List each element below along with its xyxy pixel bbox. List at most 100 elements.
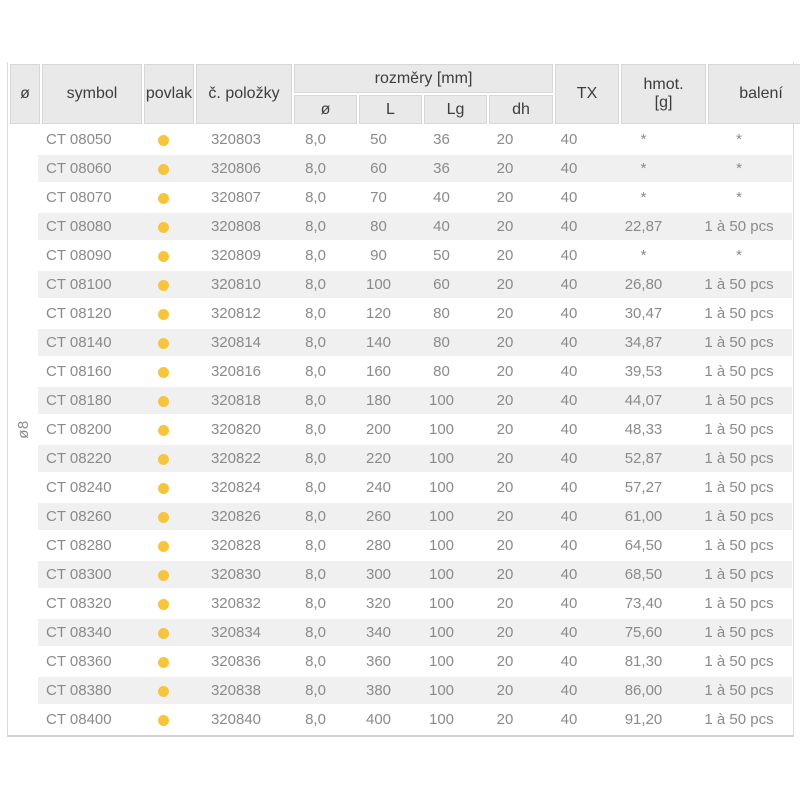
cell-dim-d: 8,0 [284, 300, 347, 327]
cell-tx: 40 [537, 126, 601, 153]
cell-item-no: 320814 [188, 329, 284, 356]
cell-coating [138, 532, 188, 559]
cell-weight: 91,20 [601, 706, 686, 733]
cell-dim-dh: 20 [473, 532, 537, 559]
cell-symbol: CT 08070 [38, 184, 138, 211]
cell-dim-d: 8,0 [284, 619, 347, 646]
coating-dot-icon [158, 222, 169, 233]
table-row: CT 08200 320820 8,0 200 100 20 40 48,33 … [8, 416, 792, 443]
table-body: ø8 CT 08050 320803 8,0 50 36 20 40 * * C… [8, 126, 792, 733]
cell-dim-d: 8,0 [284, 532, 347, 559]
table-row: ø8 CT 08050 320803 8,0 50 36 20 40 * * [8, 126, 792, 153]
col-header-symbol: symbol [42, 64, 142, 124]
cell-symbol: CT 08360 [38, 648, 138, 675]
cell-weight: 75,60 [601, 619, 686, 646]
coating-dot-icon [158, 570, 169, 581]
cell-dim-d: 8,0 [284, 706, 347, 733]
cell-weight: 30,47 [601, 300, 686, 327]
cell-coating [138, 387, 188, 414]
coating-dot-icon [158, 251, 169, 262]
cell-dim-lg: 80 [410, 329, 473, 356]
cell-dim-dh: 20 [473, 387, 537, 414]
cell-tx: 40 [537, 242, 601, 269]
cell-dim-d: 8,0 [284, 213, 347, 240]
coating-dot-icon [158, 164, 169, 175]
col-header-dimensions-group: rozměry [mm] [294, 64, 553, 93]
cell-coating [138, 503, 188, 530]
cell-dim-dh: 20 [473, 300, 537, 327]
table-row: CT 08160 320816 8,0 160 80 20 40 39,53 1… [8, 358, 792, 385]
cell-dim-lg: 80 [410, 300, 473, 327]
cell-coating [138, 445, 188, 472]
cell-dim-d: 8,0 [284, 503, 347, 530]
col-header-dim-dh: dh [489, 95, 553, 124]
cell-tx: 40 [537, 416, 601, 443]
cell-item-no: 320816 [188, 358, 284, 385]
cell-packaging: 1 à 50 pcs [686, 503, 792, 530]
cell-packaging: 1 à 50 pcs [686, 416, 792, 443]
cell-coating [138, 619, 188, 646]
cell-dim-l: 340 [347, 619, 410, 646]
coating-dot-icon [158, 657, 169, 668]
cell-item-no: 320803 [188, 126, 284, 153]
cell-tx: 40 [537, 532, 601, 559]
cell-dim-lg: 100 [410, 387, 473, 414]
cell-dim-l: 90 [347, 242, 410, 269]
cell-item-no: 320836 [188, 648, 284, 675]
cell-item-no: 320822 [188, 445, 284, 472]
cell-weight: 52,87 [601, 445, 686, 472]
table-row: CT 08140 320814 8,0 140 80 20 40 34,87 1… [8, 329, 792, 356]
cell-dim-d: 8,0 [284, 358, 347, 385]
cell-dim-d: 8,0 [284, 155, 347, 182]
cell-packaging: 1 à 50 pcs [686, 590, 792, 617]
coating-dot-icon [158, 425, 169, 436]
cell-weight: 61,00 [601, 503, 686, 530]
cell-coating [138, 474, 188, 501]
coating-dot-icon [158, 599, 169, 610]
cell-packaging: 1 à 50 pcs [686, 329, 792, 356]
cell-item-no: 320824 [188, 474, 284, 501]
cell-weight: 86,00 [601, 677, 686, 704]
cell-dim-l: 260 [347, 503, 410, 530]
table-row: CT 08260 320826 8,0 260 100 20 40 61,00 … [8, 503, 792, 530]
col-header-dim-d: ø [294, 95, 357, 124]
cell-dim-l: 300 [347, 561, 410, 588]
table-row: CT 08120 320812 8,0 120 80 20 40 30,47 1… [8, 300, 792, 327]
cell-dim-lg: 80 [410, 358, 473, 385]
coating-dot-icon [158, 715, 169, 726]
cell-dim-lg: 40 [410, 213, 473, 240]
cell-coating [138, 648, 188, 675]
cell-coating [138, 561, 188, 588]
cell-symbol: CT 08300 [38, 561, 138, 588]
col-header-weight-line1: hmot. [622, 76, 705, 94]
coating-dot-icon [158, 338, 169, 349]
cell-packaging: 1 à 50 pcs [686, 648, 792, 675]
cell-symbol: CT 08240 [38, 474, 138, 501]
cell-packaging: 1 à 50 pcs [686, 474, 792, 501]
cell-symbol: CT 08220 [38, 445, 138, 472]
cell-symbol: CT 08140 [38, 329, 138, 356]
cell-symbol: CT 08340 [38, 619, 138, 646]
coating-dot-icon [158, 135, 169, 146]
cell-tx: 40 [537, 271, 601, 298]
cell-symbol: CT 08180 [38, 387, 138, 414]
cell-tx: 40 [537, 387, 601, 414]
cell-packaging: * [686, 242, 792, 269]
cell-dim-l: 140 [347, 329, 410, 356]
table-row: CT 08070 320807 8,0 70 40 20 40 * * [8, 184, 792, 211]
cell-packaging: 1 à 50 pcs [686, 358, 792, 385]
table-row: CT 08400 320840 8,0 400 100 20 40 91,20 … [8, 706, 792, 733]
cell-dim-l: 180 [347, 387, 410, 414]
cell-dim-d: 8,0 [284, 271, 347, 298]
cell-dim-d: 8,0 [284, 416, 347, 443]
cell-coating [138, 242, 188, 269]
cell-dim-dh: 20 [473, 358, 537, 385]
cell-dim-d: 8,0 [284, 474, 347, 501]
cell-dim-lg: 100 [410, 619, 473, 646]
cell-coating [138, 271, 188, 298]
cell-tx: 40 [537, 590, 601, 617]
cell-weight: * [601, 184, 686, 211]
coating-dot-icon [158, 628, 169, 639]
diameter-group-cell: ø8 [8, 126, 38, 733]
cell-coating [138, 126, 188, 153]
